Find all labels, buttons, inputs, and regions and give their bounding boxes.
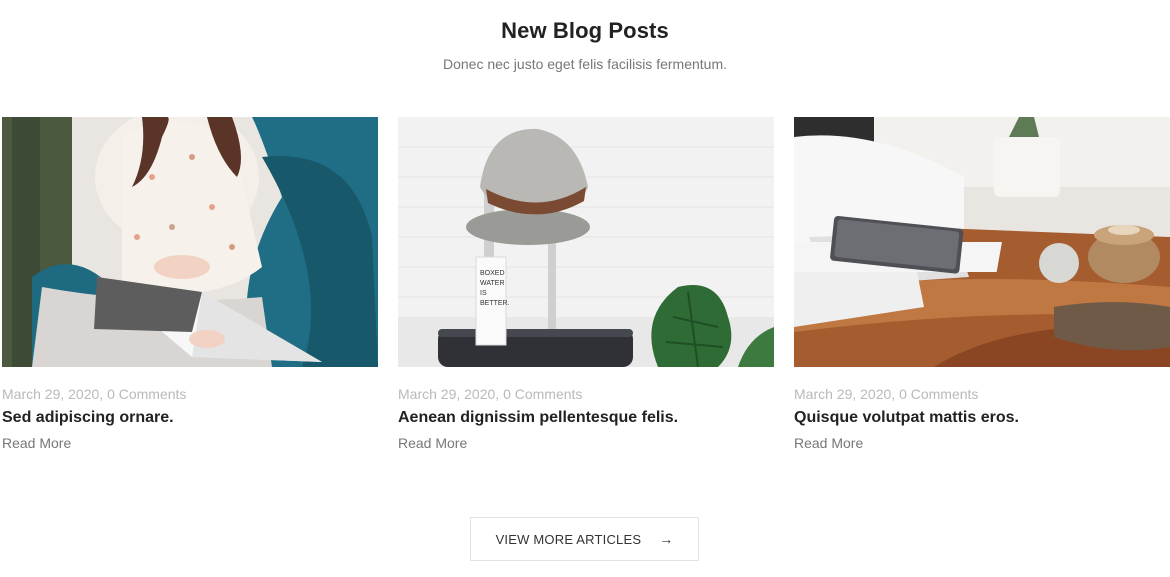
post-title[interactable]: Aenean dignissim pellentesque felis. <box>398 408 774 428</box>
post-date: March 29, 2020, <box>794 386 896 402</box>
svg-text:IS: IS <box>480 290 487 297</box>
post-comments-link[interactable]: 0 Comments <box>503 386 582 402</box>
post-title[interactable]: Quisque volutpat mattis eros. <box>794 408 1170 428</box>
view-more-articles-button[interactable]: VIEW MORE ARTICLES → <box>470 517 699 561</box>
blog-post-grid: March 29, 2020, 0 Comments Sed adipiscin… <box>2 117 1170 477</box>
post-image-laptop-table[interactable] <box>794 117 1170 367</box>
svg-text:BOXED: BOXED <box>480 270 505 277</box>
blog-post-card: March 29, 2020, 0 Comments Sed adipiscin… <box>2 117 378 453</box>
section-subtitle: Donec nec justo eget felis facilisis fer… <box>442 56 727 72</box>
svg-text:BETTER.: BETTER. <box>480 300 510 307</box>
read-more-link[interactable]: Read More <box>794 434 863 452</box>
post-meta: March 29, 2020, 0 Comments <box>2 385 378 403</box>
section-title: New Blog Posts <box>501 18 669 43</box>
post-title[interactable]: Sed adipiscing ornare. <box>2 408 378 428</box>
post-image-hat-suitcase[interactable]: BOXED WATER IS BETTER. <box>398 117 774 367</box>
svg-text:WATER: WATER <box>480 280 505 287</box>
post-date: March 29, 2020, <box>2 386 104 402</box>
blog-post-card: March 29, 2020, 0 Comments Quisque volut… <box>794 117 1170 453</box>
read-more-link[interactable]: Read More <box>398 434 467 452</box>
read-more-link[interactable]: Read More <box>2 434 71 452</box>
post-comments-link[interactable]: 0 Comments <box>107 386 186 402</box>
post-comments-link[interactable]: 0 Comments <box>899 386 978 402</box>
post-meta: March 29, 2020, 0 Comments <box>794 385 1170 403</box>
post-image-woman-reading[interactable] <box>2 117 378 367</box>
post-date: March 29, 2020, <box>398 386 500 402</box>
view-more-label: VIEW MORE ARTICLES <box>495 531 642 547</box>
post-meta: March 29, 2020, 0 Comments <box>398 385 774 403</box>
blog-post-card: BOXED WATER IS BETTER. March 29, 2020, 0… <box>398 117 774 453</box>
arrow-right-icon: → <box>659 531 674 547</box>
